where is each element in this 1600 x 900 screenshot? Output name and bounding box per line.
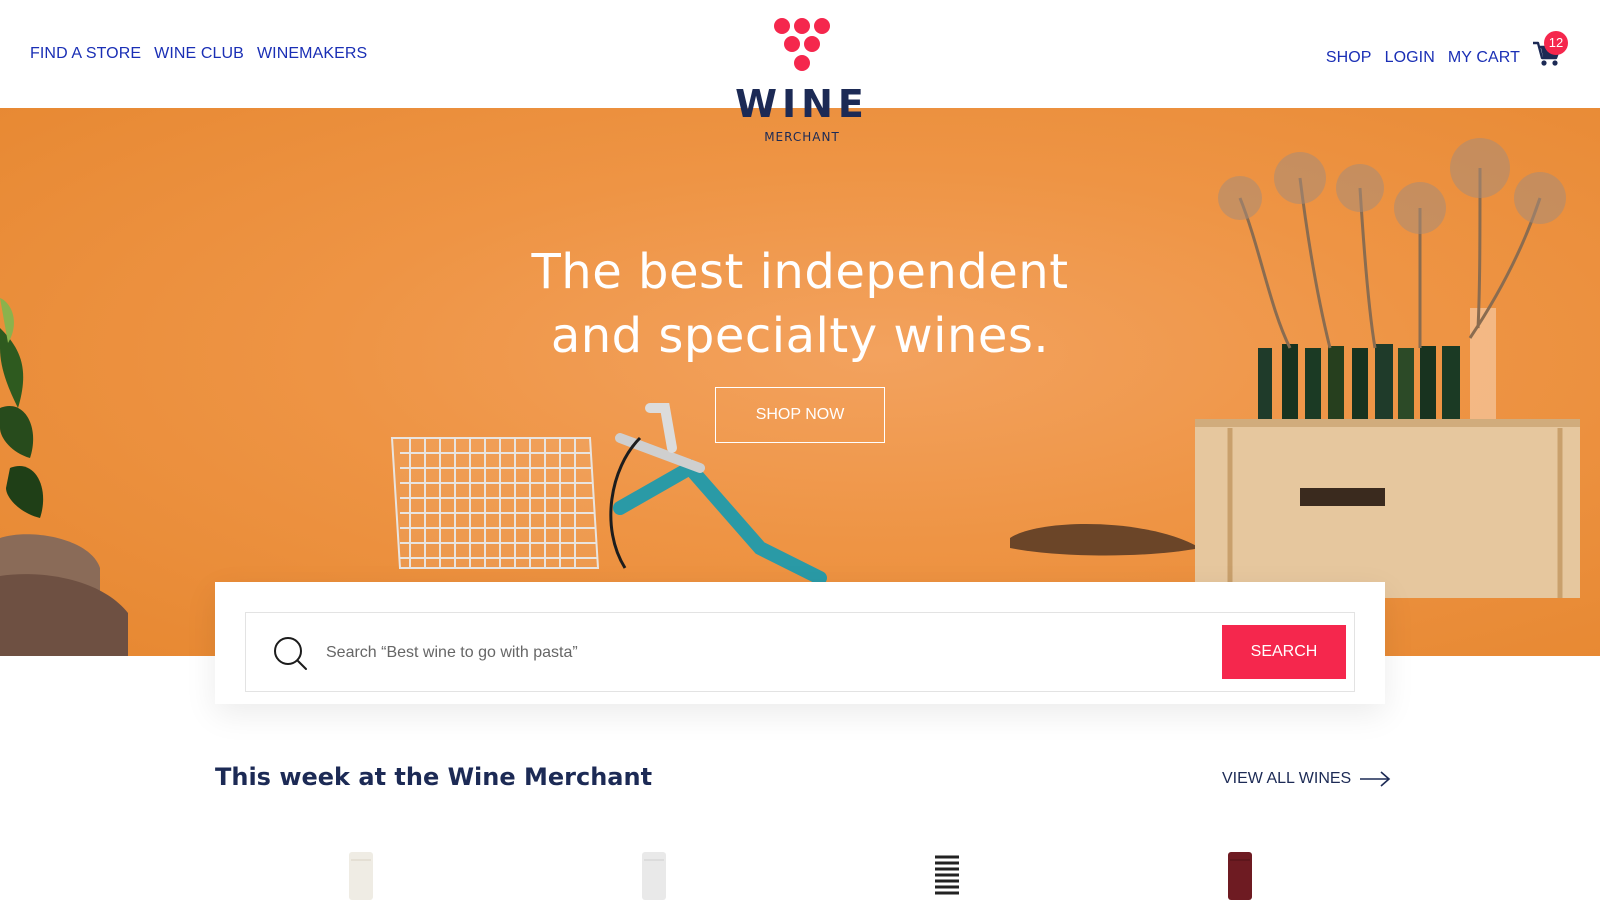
product-bottle-1[interactable] (349, 852, 373, 900)
logo-wordmark: WINE (735, 82, 869, 126)
nav-left: FIND A STORE WINE CLUB WINEMAKERS (30, 45, 367, 63)
hero-headline-line-2: and specialty wines. (550, 308, 1050, 364)
logo-subtitle: MERCHANT (764, 130, 840, 144)
section-title: This week at the Wine Merchant (215, 763, 653, 791)
nav-right: SHOP LOGIN MY CART (1326, 49, 1520, 67)
nav-shop[interactable]: SHOP (1326, 49, 1372, 67)
view-all-wines-link[interactable]: VIEW ALL WINES (1222, 770, 1391, 788)
logo-dots-icon (772, 18, 832, 74)
site-logo[interactable]: WINE MERCHANT (734, 18, 870, 148)
arrow-right-icon (1360, 771, 1391, 787)
cart-count-badge: 12 (1544, 31, 1568, 55)
hero-headline-line-1: The best independent (531, 244, 1069, 300)
wine-crate-illustration (1195, 138, 1580, 598)
shop-now-button[interactable]: SHOP NOW (715, 387, 885, 443)
bicycle-frame (609, 403, 1200, 585)
nav-wine-club[interactable]: WINE CLUB (154, 45, 244, 63)
hero-headline: The best independent and specialty wines… (400, 240, 1200, 368)
product-bottle-4[interactable] (1228, 852, 1252, 900)
product-bottle-3[interactable] (935, 852, 959, 900)
search-button[interactable]: SEARCH (1222, 625, 1346, 679)
hero-banner: The best independent and specialty wines… (0, 108, 1600, 656)
nav-my-cart[interactable]: MY CART (1448, 49, 1520, 67)
nav-winemakers[interactable]: WINEMAKERS (257, 45, 367, 63)
view-all-wines-label: VIEW ALL WINES (1222, 770, 1352, 787)
nav-login[interactable]: LOGIN (1385, 49, 1435, 67)
search-input[interactable] (326, 633, 1186, 673)
hero-illustration (0, 138, 1580, 656)
search-box: SEARCH (245, 612, 1355, 692)
product-bottle-2[interactable] (642, 852, 666, 900)
search-card: SEARCH (215, 582, 1385, 704)
nav-find-a-store[interactable]: FIND A STORE (30, 45, 141, 63)
plant-illustration (0, 298, 128, 656)
search-icon (274, 637, 307, 670)
bicycle-illustration (390, 437, 600, 569)
product-previews (0, 852, 1600, 900)
